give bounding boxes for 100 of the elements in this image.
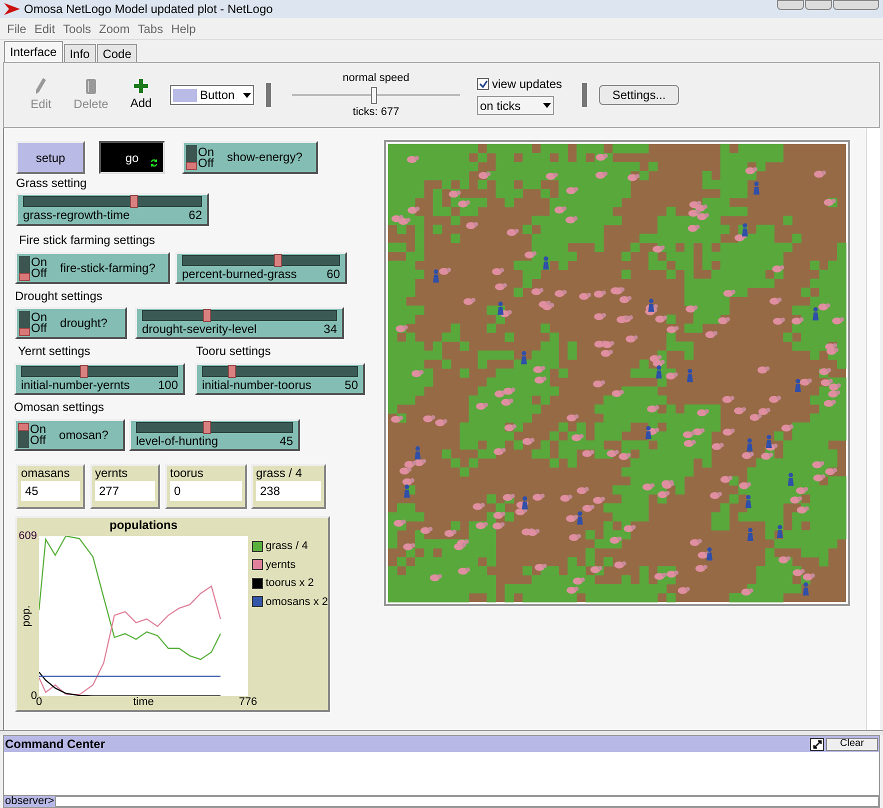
slider-thumb[interactable]	[274, 254, 282, 267]
switch[interactable]: On Off fire-stick-farming?	[15, 252, 170, 284]
monitor-value: 45	[21, 481, 80, 501]
monitor-value: 238	[256, 481, 321, 501]
switch-label: show-energy?	[227, 152, 302, 163]
y-axis-label: pop.	[20, 605, 32, 627]
y-tick-label: 0	[30, 690, 37, 702]
x-tick-label: 0	[36, 696, 42, 708]
menu-item[interactable]: Tools	[63, 20, 92, 38]
view-updates-checkbox[interactable]	[477, 78, 489, 90]
slider-thumb[interactable]	[202, 309, 211, 322]
trash-icon	[85, 77, 97, 95]
switch-label: drought?	[60, 318, 108, 328]
view-updates-label: view updates	[492, 76, 562, 93]
section-label: Omosan settings	[14, 400, 104, 414]
monitor-label: grass / 4	[256, 466, 304, 480]
maximize-button[interactable]	[805, 0, 832, 10]
slider-track[interactable]	[136, 422, 293, 433]
tab[interactable]: Code	[96, 44, 138, 62]
tab[interactable]: Info	[64, 44, 96, 62]
slider-value: 60	[326, 267, 340, 281]
slider-value: 62	[188, 208, 202, 222]
command-input[interactable]	[55, 796, 879, 807]
slider[interactable]: grass-regrowth-time 62	[16, 193, 209, 226]
slider-track[interactable]	[21, 366, 178, 377]
speed-label: normal speed	[342, 71, 410, 86]
menu-item[interactable]: Tabs	[138, 20, 164, 38]
switch-toggle[interactable]	[19, 256, 30, 280]
x-axis-label: time	[133, 696, 154, 709]
check-icon	[478, 80, 488, 88]
settings-button[interactable]: Settings...	[599, 85, 680, 105]
clear-button[interactable]: Clear	[826, 738, 878, 750]
slider-label: initial-number-yernts	[21, 378, 130, 392]
speed-slider-thumb[interactable]	[371, 86, 378, 104]
toolbar-separator	[266, 83, 271, 107]
speed-slider[interactable]	[292, 86, 460, 104]
expand-button[interactable]	[810, 738, 824, 750]
on-label: On	[31, 257, 48, 268]
slider-value: 45	[280, 434, 293, 448]
monitor-value: 0	[170, 481, 242, 501]
x-tick-label: 776	[238, 696, 258, 708]
menu-item[interactable]: Zoom	[99, 20, 130, 38]
slider-thumb[interactable]	[228, 365, 236, 378]
ticks-counter: ticks: 677	[352, 104, 400, 120]
slider-label: initial-number-toorus	[202, 378, 312, 392]
toolbar-button[interactable]: Add	[116, 78, 166, 112]
switch-toggle[interactable]	[18, 422, 29, 448]
close-button[interactable]	[833, 0, 879, 10]
switch-label: omosan?	[59, 430, 108, 440]
scrollbar[interactable]	[866, 128, 880, 730]
on-label: On	[30, 424, 46, 435]
menu-item[interactable]: Help	[171, 20, 196, 38]
on-label: On	[198, 146, 214, 158]
slider-label: grass-regrowth-time	[23, 208, 130, 222]
slider-track[interactable]	[202, 366, 358, 377]
section-label: Fire stick farming settings	[19, 233, 156, 247]
menu-item[interactable]: File	[7, 20, 26, 38]
switch[interactable]: On Off show-energy?	[182, 141, 318, 174]
command-button[interactable]: setup	[16, 141, 85, 174]
caret-icon	[243, 92, 251, 98]
menu-item[interactable]: Edit	[34, 20, 56, 38]
slider[interactable]: level-of-hunting 45	[129, 419, 300, 451]
pencil-icon	[35, 77, 47, 95]
slider[interactable]: initial-number-toorus 50	[195, 363, 365, 395]
switch-toggle[interactable]	[19, 310, 30, 336]
slider-label: percent-burned-grass	[182, 267, 297, 281]
legend-label: yernts	[266, 558, 296, 572]
command-button[interactable]: go	[99, 141, 165, 174]
slider-thumb[interactable]	[202, 421, 211, 434]
slider[interactable]: initial-number-yernts 100	[14, 363, 185, 395]
off-label: Off	[30, 435, 46, 446]
section-label: Yernt settings	[18, 344, 90, 358]
update-mode-dropdown[interactable]: on ticks	[477, 96, 554, 115]
command-center-title: Command Center	[5, 736, 106, 753]
toolbar-separator	[582, 83, 588, 107]
on-label: On	[31, 312, 48, 323]
switch-toggle[interactable]	[186, 145, 197, 170]
widget-type-dropdown[interactable]: Button	[170, 85, 254, 105]
app-icon	[4, 3, 20, 15]
switch[interactable]: On Off omosan?	[14, 419, 125, 451]
off-label: Off	[198, 158, 214, 168]
switch[interactable]: On Off drought?	[15, 307, 127, 339]
monitor-label: yernts	[95, 466, 129, 480]
slider-thumb[interactable]	[80, 365, 88, 378]
slider[interactable]: percent-burned-grass 60	[175, 252, 347, 284]
tab[interactable]: Interface	[4, 41, 63, 62]
slider-thumb[interactable]	[130, 195, 138, 208]
minimize-button[interactable]	[777, 0, 804, 10]
slider-track[interactable]	[182, 255, 340, 266]
slider-value: 50	[344, 378, 358, 392]
slider-label: drought-severity-level	[142, 322, 257, 336]
legend-label: omosans x 2	[266, 594, 328, 610]
off-label: Off	[31, 268, 48, 279]
legend-label: toorus x 2	[266, 576, 314, 591]
y-tick-label: 609	[18, 530, 37, 542]
slider-track[interactable]	[142, 310, 337, 321]
slider[interactable]: drought-severity-level 34	[135, 307, 344, 339]
button-widget-icon	[173, 88, 197, 102]
plot-title: populations	[108, 518, 178, 532]
slider-track[interactable]	[23, 196, 202, 207]
